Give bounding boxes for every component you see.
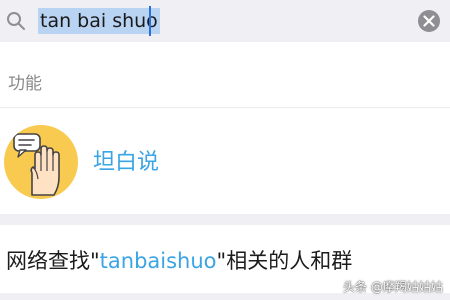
app-avatar bbox=[4, 125, 78, 199]
network-search-suffix: "相关的人和群 bbox=[216, 249, 353, 273]
network-search-label: 网络查找"tanbaishuo"相关的人和群 bbox=[6, 245, 352, 275]
network-search-keyword: tanbaishuo bbox=[99, 249, 217, 273]
section-label-functions: 功能 bbox=[8, 74, 42, 94]
clear-search-button[interactable] bbox=[418, 10, 440, 32]
search-input[interactable]: tan bai shuo bbox=[38, 8, 160, 34]
result-item-tanbaishuo[interactable]: 坦白说 bbox=[0, 108, 450, 214]
raised-hand-speech-bubble-icon bbox=[13, 133, 60, 196]
section-gap bbox=[0, 214, 450, 225]
text-caret bbox=[149, 6, 151, 36]
watermark: 头条 @摩羯姑姑姑 bbox=[343, 280, 443, 294]
close-icon bbox=[423, 15, 435, 27]
search-bar: tan bai shuo bbox=[0, 0, 450, 42]
app-name: 坦白说 bbox=[93, 150, 160, 175]
network-search-prefix: 网络查找" bbox=[6, 249, 100, 273]
search-icon bbox=[7, 12, 25, 30]
